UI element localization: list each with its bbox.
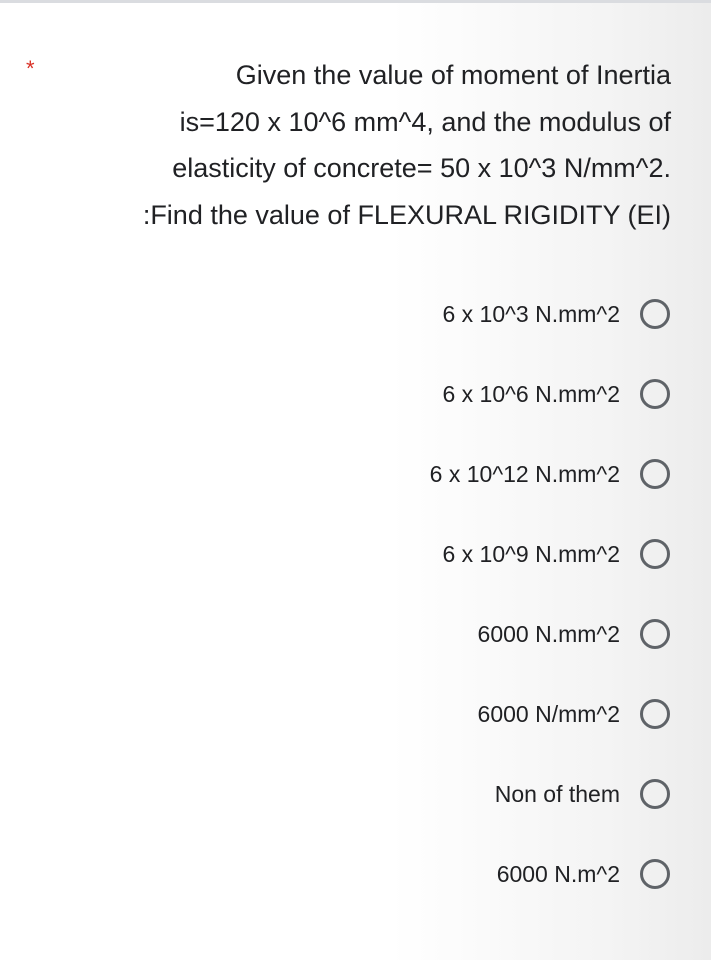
option-6e9-nmm2[interactable]: 6 x 10^9 N.mm^2: [442, 534, 670, 574]
question-line: :Find the value of FLEXURAL RIGIDITY (EI…: [142, 199, 671, 230]
question-line: is=120 x 10^6 mm^4, and the modulus of: [179, 106, 671, 137]
option-none-of-them[interactable]: Non of them: [495, 774, 670, 814]
option-label: 6 x 10^9 N.mm^2: [442, 540, 620, 567]
option-6000-nm2[interactable]: 6000 N.m^2: [497, 854, 670, 894]
option-label: 6 x 10^3 N.mm^2: [442, 300, 620, 327]
option-6e3-nmm2[interactable]: 6 x 10^3 N.mm^2: [442, 294, 670, 334]
radio-button[interactable]: [640, 299, 670, 329]
radio-button[interactable]: [640, 619, 670, 649]
option-label: 6 x 10^12 N.mm^2: [429, 460, 620, 487]
option-label: 6000 N/mm^2: [477, 700, 620, 727]
question-line: elasticity of concrete= 50 x 10^3 N/mm^2…: [172, 153, 671, 183]
option-6e12-nmm2[interactable]: 6 x 10^12 N.mm^2: [430, 454, 670, 494]
option-label: 6000 N.mm^2: [477, 620, 620, 647]
option-6000-n-per-mm2[interactable]: 6000 N/mm^2: [478, 694, 670, 734]
radio-button[interactable]: [640, 779, 670, 809]
option-label: Non of them: [494, 780, 620, 807]
radio-button[interactable]: [640, 699, 670, 729]
option-6000-nmm2[interactable]: 6000 N.mm^2: [478, 614, 670, 654]
option-6e6-nmm2[interactable]: 6 x 10^6 N.mm^2: [442, 374, 670, 414]
radio-button[interactable]: [640, 539, 670, 569]
radio-button[interactable]: [640, 459, 670, 489]
radio-button[interactable]: [640, 379, 670, 409]
option-label: 6000 N.m^2: [496, 860, 620, 887]
question-text: Given the value of moment of Inertia is=…: [31, 52, 671, 238]
radio-button[interactable]: [640, 859, 670, 889]
question-line: Given the value of moment of Inertia: [235, 60, 671, 90]
option-label: 6 x 10^6 N.mm^2: [442, 380, 620, 407]
top-divider: [0, 0, 711, 3]
